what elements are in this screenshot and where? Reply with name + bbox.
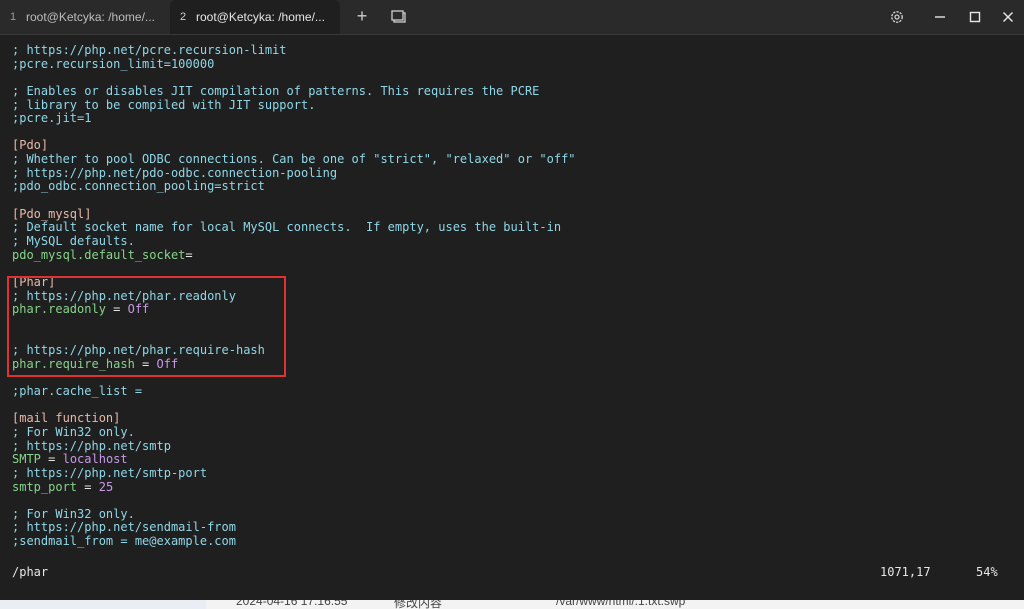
editor-line: ; For Win32 only. xyxy=(12,424,576,440)
setting-value: 25 xyxy=(98,479,114,494)
maximize-icon[interactable] xyxy=(966,8,984,26)
editor-line: ;phar.cache_list = xyxy=(12,384,576,399)
cursor-position: 1071,17 xyxy=(880,565,931,579)
setting-key: SMTP xyxy=(12,452,41,467)
editor-line: ; MySQL defaults. xyxy=(12,233,576,249)
scroll-percent: 54% xyxy=(976,565,998,579)
tab-number: 2 xyxy=(179,11,187,23)
editor-line: [mail function] xyxy=(12,411,576,426)
background-window: 2024-04-16 17:16:55 修改内容 /var/www/html/.… xyxy=(0,600,1024,609)
editor-line: ; Whether to pool ODBC connections. Can … xyxy=(12,152,576,167)
tab-title: root@Ketcyka: /home/... xyxy=(26,10,155,24)
plus-icon[interactable]: + xyxy=(352,6,372,26)
section-header: [mail function] xyxy=(12,411,121,426)
background-path: /var/www/html/.1.txt.swp xyxy=(556,600,686,608)
editor-line: ; https://php.net/sendmail-from xyxy=(12,521,576,535)
tab-1[interactable]: 1 root@Ketcyka: /home/... xyxy=(0,0,168,34)
setting-operator: = xyxy=(40,452,63,467)
comment-line: ;pcre.jit=1 xyxy=(12,111,92,126)
setting-key: pdo_mysql.default_socket xyxy=(12,247,186,262)
close-icon[interactable] xyxy=(999,8,1017,26)
comment-line: ; Default socket name for local MySQL co… xyxy=(12,220,562,235)
editor-line: ; library to be compiled with JIT suppor… xyxy=(12,97,576,113)
comment-line: ; https://php.net/smtp xyxy=(12,438,171,453)
comment-line: ; Enables or disables JIT compilation of… xyxy=(12,83,540,98)
editor-line: ; https://php.net/pcre.recursion-limit xyxy=(12,43,576,58)
comment-line: ; library to be compiled with JIT suppor… xyxy=(12,97,316,112)
editor-line: smtp_port = 25 xyxy=(12,479,576,495)
editor-line: ; Enables or disables JIT compilation of… xyxy=(12,83,576,99)
comment-line: ; For Win32 only. xyxy=(12,424,135,439)
gear-icon[interactable] xyxy=(888,8,906,26)
comment-line: ;phar.cache_list = xyxy=(12,384,143,399)
command-line: /phar xyxy=(12,565,49,579)
section-header: [Pdo] xyxy=(12,138,49,153)
comment-line: ; MySQL defaults. xyxy=(12,233,135,248)
minimize-icon[interactable] xyxy=(931,8,949,26)
background-panel xyxy=(0,600,206,609)
comment-line: ; https://php.net/sendmail-from xyxy=(12,520,236,535)
terminal-editor[interactable]: ; https://php.net/pcre.recursion-limit ;p… xyxy=(0,35,1024,600)
comment-line: ; Whether to pool ODBC connections. Can … xyxy=(12,152,576,167)
background-action: 修改内容 xyxy=(394,600,443,609)
section-header: [Pdo_mysql] xyxy=(12,206,92,221)
editor-line: ; https://php.net/pdo-odbc.connection-po… xyxy=(12,165,576,181)
setting-operator: = xyxy=(185,247,193,262)
background-date: 2024-04-16 17:16:55 xyxy=(236,600,348,608)
editor-line: ; https://php.net/smtp xyxy=(12,438,576,454)
tab-overview-icon[interactable] xyxy=(390,8,408,26)
comment-line: ; https://php.net/pcre.recursion-limit xyxy=(12,43,287,57)
comment-line: ; https://php.net/pdo-odbc.connection-po… xyxy=(12,165,338,180)
highlight-box xyxy=(7,276,286,377)
tab-title: root@Ketcyka: /home/... xyxy=(196,10,325,24)
editor-line: ; For Win32 only. xyxy=(12,506,576,522)
editor-line: ;pcre.recursion_limit=100000 xyxy=(12,56,576,72)
setting-operator: = xyxy=(77,479,99,494)
editor-line: ;pdo_odbc.connection_pooling=strict xyxy=(12,180,576,194)
tab-bar: 1 root@Ketcyka: /home/... 2 root@Ketcyka… xyxy=(0,0,1024,35)
editor-line: pdo_mysql.default_socket= xyxy=(12,247,576,263)
editor-line: ; Default socket name for local MySQL co… xyxy=(12,221,576,235)
setting-key: smtp_port xyxy=(12,479,78,494)
editor-line: SMTP = localhost xyxy=(12,452,576,467)
editor-line: [Pdo] xyxy=(12,139,576,153)
editor-line: [Pdo_mysql] xyxy=(12,206,576,222)
comment-line: ;sendmail_from = me@example.com xyxy=(12,534,236,549)
comment-line: ;pcre.recursion_limit=100000 xyxy=(12,56,215,71)
editor-line: ;sendmail_from = me@example.com xyxy=(12,534,576,549)
comment-line: ;pdo_odbc.connection_pooling=strict xyxy=(12,179,265,194)
editor-line: ;pcre.jit=1 xyxy=(12,111,576,126)
comment-line: ; For Win32 only. xyxy=(12,506,135,521)
setting-value: localhost xyxy=(62,452,128,467)
comment-line: ; https://php.net/smtp-port xyxy=(12,465,208,480)
tab-2-active[interactable]: 2 root@Ketcyka: /home/... xyxy=(170,0,340,34)
editor-line: ; https://php.net/smtp-port xyxy=(12,465,576,481)
tab-number: 1 xyxy=(9,11,17,23)
